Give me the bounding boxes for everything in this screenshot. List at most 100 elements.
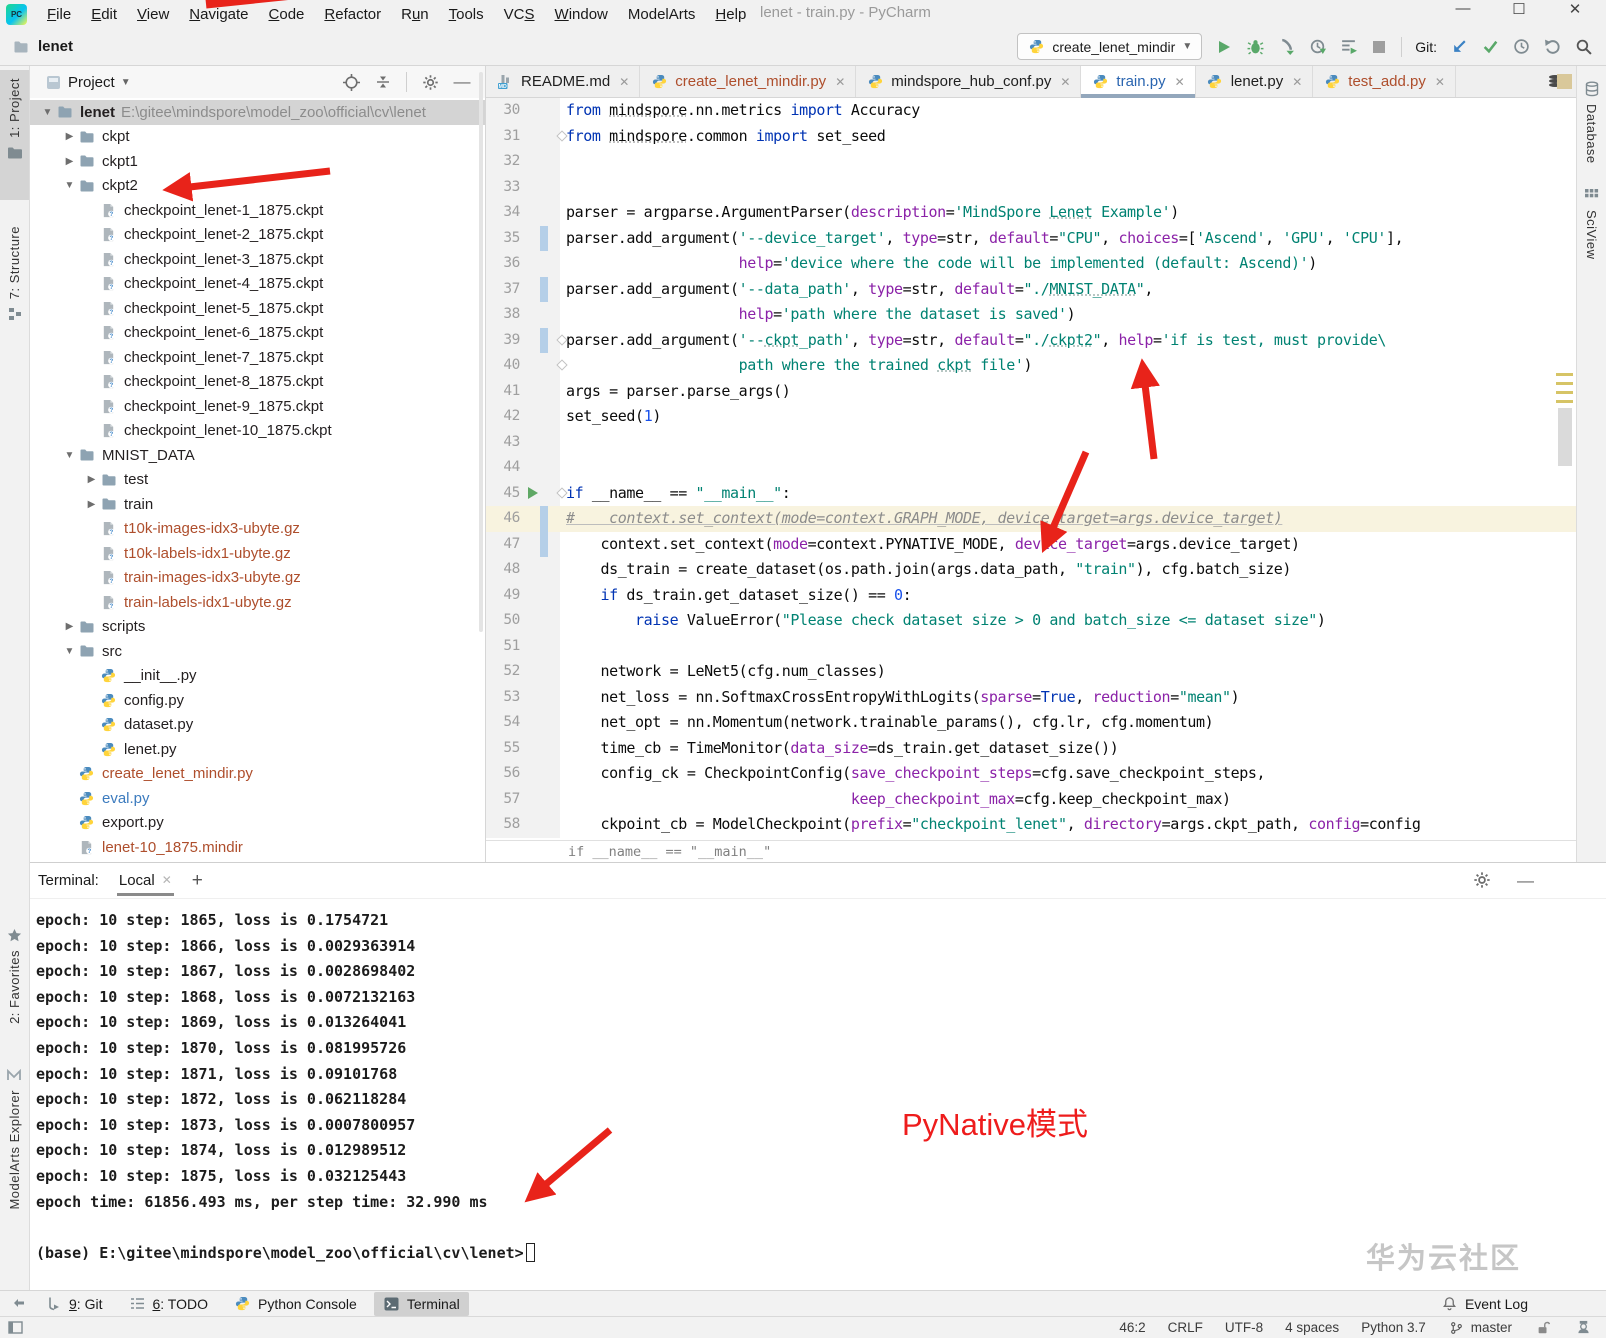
tree-item-checkpoint_lenet-7_1875-ckpt[interactable]: ?checkpoint_lenet-7_1875.ckpt <box>30 345 485 370</box>
chevron-right-icon[interactable]: ▶ <box>82 499 101 510</box>
gutter-line-52[interactable]: 52 <box>486 659 560 685</box>
gutter-line-57[interactable]: 57 <box>486 787 560 813</box>
close-button[interactable]: ✕ <box>1562 0 1588 18</box>
code-line-53[interactable]: 53 net_loss = nn.SoftmaxCrossEntropyWith… <box>486 685 1576 711</box>
tree-item-lenet[interactable]: ▼lenet E:\gitee\mindspore\model_zoo\offi… <box>30 100 485 125</box>
chevron-down-icon[interactable]: ▼ <box>121 77 131 88</box>
tree-item-train-labels-idx1-ubyte-gz[interactable]: ?train-labels-idx1-ubyte.gz <box>30 590 485 615</box>
menu-item-modelarts[interactable]: ModelArts <box>618 6 706 23</box>
menu-item-navigate[interactable]: Navigate <box>179 6 258 23</box>
code-editor[interactable]: 30from mindspore.nn.metrics import Accur… <box>486 98 1576 840</box>
code-line-52[interactable]: 52 network = LeNet5(cfg.num_classes) <box>486 659 1576 685</box>
code-line-39[interactable]: 39parser.add_argument('--ckpt_path', typ… <box>486 328 1576 354</box>
code-line-56[interactable]: 56 config_ck = CheckpointConfig(save_che… <box>486 761 1576 787</box>
gutter-line-30[interactable]: 30 <box>486 98 560 124</box>
code-line-41[interactable]: 41args = parser.parse_args() <box>486 379 1576 405</box>
code-line-45[interactable]: 45if __name__ == "__main__": <box>486 481 1576 507</box>
maximize-button[interactable]: ☐ <box>1506 0 1532 18</box>
chevron-right-icon[interactable]: ▶ <box>60 131 79 142</box>
close-icon[interactable]: ✕ <box>1060 75 1070 89</box>
tree-item-checkpoint_lenet-10_1875-ckpt[interactable]: ?checkpoint_lenet-10_1875.ckpt <box>30 419 485 444</box>
code-line-42[interactable]: 42set_seed(1) <box>486 404 1576 430</box>
code-line-38[interactable]: 38 help='path where the dataset is saved… <box>486 302 1576 328</box>
git-commit-button[interactable] <box>1481 38 1499 56</box>
gutter-line-37[interactable]: 37 <box>486 277 560 303</box>
attach-to-process-button[interactable] <box>1277 38 1295 56</box>
close-icon[interactable]: ✕ <box>1292 75 1302 89</box>
event-log-button[interactable]: Event Log <box>1441 1295 1528 1313</box>
tree-item-create_lenet_mindir-py[interactable]: create_lenet_mindir.py <box>30 762 485 787</box>
tool-strip-tab-2-favorites[interactable]: 2: Favorites <box>0 926 29 1046</box>
tree-item-ckpt1[interactable]: ▶ckpt1 <box>30 149 485 174</box>
gutter-line-31[interactable]: 31 <box>486 124 560 150</box>
tree-item-checkpoint_lenet-1_1875-ckpt[interactable]: ?checkpoint_lenet-1_1875.ckpt <box>30 198 485 223</box>
git-rollback-button[interactable] <box>1543 38 1561 56</box>
git-branch-widget[interactable]: master <box>1448 1319 1512 1337</box>
new-terminal-session-button[interactable]: + <box>192 870 203 892</box>
code-line-32[interactable]: 32 <box>486 149 1576 175</box>
settings-gear-icon[interactable] <box>421 73 439 91</box>
code-line-49[interactable]: 49 if ds_train.get_dataset_size() == 0: <box>486 583 1576 609</box>
editor-tab-create_lenet_mindir-py[interactable]: create_lenet_mindir.py✕ <box>640 66 856 97</box>
menu-item-file[interactable]: File <box>37 6 81 23</box>
code-line-36[interactable]: 36 help='device where the code will be i… <box>486 251 1576 277</box>
tree-item-mnist_data[interactable]: ▼MNIST_DATA <box>30 443 485 468</box>
terminal-settings-gear-icon[interactable] <box>1473 871 1491 889</box>
gutter-line-32[interactable]: 32 <box>486 149 560 175</box>
tree-item-checkpoint_lenet-9_1875-ckpt[interactable]: ?checkpoint_lenet-9_1875.ckpt <box>30 394 485 419</box>
chevron-right-icon[interactable]: ▶ <box>82 474 101 485</box>
toolwindow-button-python-console[interactable]: Python Console <box>225 1292 366 1316</box>
menu-item-view[interactable]: View <box>127 6 179 23</box>
tree-item-dataset-py[interactable]: dataset.py <box>30 713 485 738</box>
line-ending-widget[interactable]: CRLF <box>1168 1320 1203 1335</box>
restore-layout-icon[interactable] <box>10 1295 28 1313</box>
code-line-50[interactable]: 50 raise ValueError("Please check datase… <box>486 608 1576 634</box>
code-line-46[interactable]: 46# context.set_context(mode=context.GRA… <box>486 506 1576 532</box>
tool-strip-tab-1-project[interactable]: 1: Project <box>0 70 29 200</box>
gutter-line-34[interactable]: 34 <box>486 200 560 226</box>
project-chip[interactable]: lenet <box>12 38 73 56</box>
tree-item-config-py[interactable]: config.py <box>30 688 485 713</box>
code-line-51[interactable]: 51 <box>486 634 1576 660</box>
menu-item-code[interactable]: Code <box>259 6 315 23</box>
gutter-line-36[interactable]: 36 <box>486 251 560 277</box>
terminal-tab-local[interactable]: Local ✕ <box>117 866 174 896</box>
code-line-34[interactable]: 34parser = argparse.ArgumentParser(descr… <box>486 200 1576 226</box>
gutter-line-46[interactable]: 46 <box>486 506 560 532</box>
caret-position-widget[interactable]: 46:2 <box>1119 1320 1145 1335</box>
editor-tab-readme-md[interactable]: MDREADME.md✕ <box>486 66 640 97</box>
gutter-line-54[interactable]: 54 <box>486 710 560 736</box>
editor-tab-mindspore_hub_conf-py[interactable]: mindspore_hub_conf.py✕ <box>856 66 1081 97</box>
run-line-icon[interactable] <box>528 487 538 499</box>
code-line-35[interactable]: 35parser.add_argument('--device_target',… <box>486 226 1576 252</box>
tool-strip-tab-database[interactable]: Database <box>1577 80 1606 190</box>
toolwindow-button-9-git[interactable]: 9: Git <box>36 1292 111 1316</box>
code-line-40[interactable]: 40 path where the trained ckpt file') <box>486 353 1576 379</box>
run-button[interactable] <box>1215 38 1233 56</box>
gutter-line-50[interactable]: 50 <box>486 608 560 634</box>
gutter-line-42[interactable]: 42 <box>486 404 560 430</box>
gutter-line-49[interactable]: 49 <box>486 583 560 609</box>
menu-item-refactor[interactable]: Refactor <box>314 6 391 23</box>
terminal-output[interactable]: epoch: 10 step: 1865, loss is 0.1754721e… <box>30 900 1606 1290</box>
close-icon[interactable]: ✕ <box>619 75 629 89</box>
git-update-button[interactable] <box>1450 38 1468 56</box>
code-line-31[interactable]: 31from mindspore.common import set_seed <box>486 124 1576 150</box>
run-with-coverage-button[interactable] <box>1339 38 1357 56</box>
tree-item-lenet-10_1875-mindir[interactable]: ?lenet-10_1875.mindir <box>30 835 485 860</box>
code-line-47[interactable]: 47 context.set_context(mode=context.PYNA… <box>486 532 1576 558</box>
editor-tab-train-py[interactable]: train.py✕ <box>1081 66 1195 97</box>
tool-strip-tab-sciview[interactable]: SciView <box>1577 186 1606 291</box>
tree-item-test[interactable]: ▶test <box>30 468 485 493</box>
tree-item-train[interactable]: ▶train <box>30 492 485 517</box>
code-line-33[interactable]: 33 <box>486 175 1576 201</box>
tree-item-lenet-py[interactable]: lenet.py <box>30 737 485 762</box>
tree-item-checkpoint_lenet-5_1875-ckpt[interactable]: ?checkpoint_lenet-5_1875.ckpt <box>30 296 485 321</box>
gutter-line-43[interactable]: 43 <box>486 430 560 456</box>
tree-item-checkpoint_lenet-4_1875-ckpt[interactable]: ?checkpoint_lenet-4_1875.ckpt <box>30 272 485 297</box>
tool-strip-tab-7-structure[interactable]: 7: Structure <box>0 226 29 346</box>
tree-item-export-py[interactable]: export.py <box>30 811 485 836</box>
gutter-line-55[interactable]: 55 <box>486 736 560 762</box>
code-line-55[interactable]: 55 time_cb = TimeMonitor(data_size=ds_tr… <box>486 736 1576 762</box>
tree-item-src[interactable]: ▼src <box>30 639 485 664</box>
